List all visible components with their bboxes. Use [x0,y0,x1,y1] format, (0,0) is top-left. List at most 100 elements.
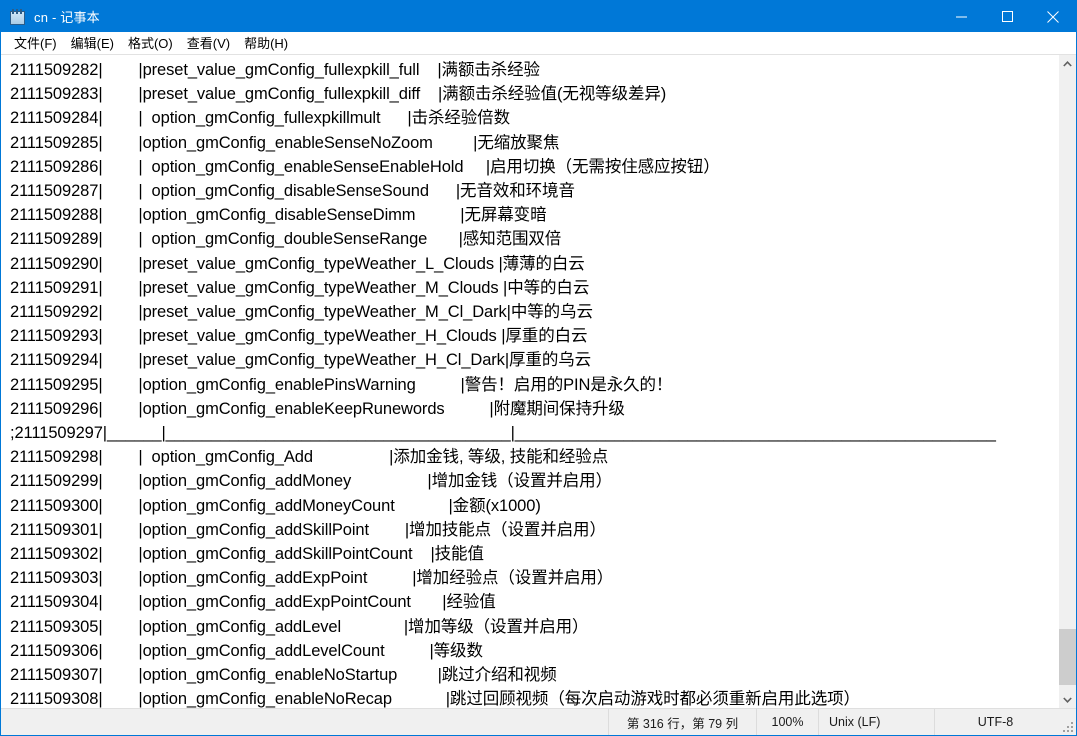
editor-line: 2111509293| |preset_value_gmConfig_typeW… [10,324,1058,348]
line-number: 2111509287| [10,182,103,201]
line-key: | option_gmConfig_doubleSenseRange [102,230,428,249]
minimize-icon[interactable] [938,1,984,32]
editor-line: 2111509294| |preset_value_gmConfig_typeW… [10,348,1058,372]
line-key: |option_gmConfig_enablePinsWarning [102,375,416,394]
status-encoding: UTF-8 [934,709,1056,735]
line-translation: |满额击杀经验 [419,61,540,79]
line-translation: |跳过介绍和视频 [397,666,557,685]
line-number: 2111509292| [10,303,103,322]
line-key: |option_gmConfig_addMoneyCount [102,496,395,515]
status-line-ending: Unix (LF) [818,709,934,735]
editor-line: 2111509291| |preset_value_gmConfig_typeW… [10,276,1058,300]
line-number: 2111509302| [10,545,103,564]
line-key: |option_gmConfig_enableSenseNoZoom [102,133,433,152]
line-translation: |增加经验点（设置并启用） [367,569,614,588]
line-translation: |经验值 [410,593,496,612]
editor-line: 2111509295| |option_gmConfig_enablePinsW… [10,373,1058,397]
line-number: 2111509305| [10,617,103,636]
line-key: |option_gmConfig_enableKeepRunewords [102,399,445,418]
editor-line: 2111509304| |option_gmConfig_addExpPoint… [10,590,1058,614]
window-controls [938,1,1076,32]
line-number: 2111509289| [10,230,103,249]
editor-line: 2111509306| |option_gmConfig_addLevelCou… [10,639,1058,663]
editor-line: 2111509307| |option_gmConfig_enableNoSta… [10,663,1058,687]
menu-item-help[interactable]: 帮助(H) [237,31,295,55]
maximize-icon[interactable] [984,1,1030,32]
menu-item-file[interactable]: 文件(F) [7,31,64,55]
chevron-down-icon[interactable] [1059,691,1076,708]
menu-item-view[interactable]: 查看(V) [180,31,237,55]
line-number: 2111509285| [10,133,103,152]
line-number: 2111509290| [10,254,103,273]
line-number: 2111509295| [10,375,103,394]
line-number: 2111509307| [10,666,103,685]
editor-line: 2111509308| |option_gmConfig_enableNoRec… [10,687,1058,708]
menu-bar: 文件(F) 编辑(E) 格式(O) 查看(V) 帮助(H) [1,32,1076,54]
line-key: ______|_________________________________… [107,424,511,443]
line-key: |preset_value_gmConfig_typeWeather_M_Cl_… [102,303,507,322]
scrollbar-track[interactable] [1059,72,1076,691]
status-cursor-position: 第 316 行，第 79 列 [608,709,756,735]
line-number: 2111509288| [10,206,103,225]
scrollbar-thumb[interactable] [1059,629,1076,685]
line-number: 2111509303| [10,569,103,588]
editor-line: 2111509302| |option_gmConfig_addSkillPoi… [10,542,1058,566]
resize-grip-icon[interactable] [1056,709,1076,735]
line-translation: |无音效和环境音 [428,182,575,201]
line-translation: |增加金钱（设置并启用） [351,472,612,491]
editor-line: 2111509300| |option_gmConfig_addMoneyCou… [10,494,1058,518]
line-number: 2111509291| [10,278,103,297]
line-key: |option_gmConfig_addSkillPoint [102,520,369,539]
line-number: 2111509286| [10,157,103,176]
editor-area: 2111509282| |preset_value_gmConfig_fulle… [1,54,1076,708]
notepad-icon [10,8,26,25]
editor-line: 2111509288| |option_gmConfig_disableSens… [10,203,1058,227]
line-key: | option_gmConfig_disableSenseSound [102,182,429,201]
line-translation: |中等的乌云 [506,303,593,322]
status-bar: 第 316 行，第 79 列 100% Unix (LF) UTF-8 [1,708,1076,735]
line-number: 2111509283| [10,85,103,104]
line-key: |option_gmConfig_addSkillPointCount [102,545,413,564]
line-key: | option_gmConfig_fullexpkillmult [102,109,381,128]
line-key: |option_gmConfig_disableSenseDimm [102,206,416,225]
line-key: | option_gmConfig_enableSenseEnableHold [102,157,464,176]
line-number: 2111509293| [10,327,103,346]
line-key: | option_gmConfig_Add [102,448,313,467]
line-number: 2111509294| [10,351,103,370]
line-translation: |击杀经验倍数 [380,109,510,128]
line-key: |option_gmConfig_addLevel [102,617,342,636]
status-zoom-level[interactable]: 100% [756,709,818,735]
line-key: |option_gmConfig_enableNoStartup [102,666,398,685]
line-translation: |满额击杀经验值(无视等级差异) [420,85,667,104]
line-translation: |警告！启用的PIN是永久的！ [415,375,673,394]
line-translation: |启用切换（无需按住感应按钮） [463,157,720,176]
line-translation: |等级数 [384,641,483,660]
line-number: 2111509282| [10,61,103,79]
menu-item-format[interactable]: 格式(O) [121,31,180,55]
window-title: cn - 记事本 [34,10,100,25]
chevron-up-icon[interactable] [1059,55,1076,72]
line-translation: |增加技能点（设置并启用） [369,520,606,539]
editor-line: 2111509282| |preset_value_gmConfig_fulle… [10,58,1058,82]
line-key: |preset_value_gmConfig_typeWeather_L_Clo… [102,254,494,273]
line-key: |preset_value_gmConfig_typeWeather_M_Clo… [102,278,499,297]
editor-line: 2111509283| |preset_value_gmConfig_fulle… [10,82,1058,106]
line-translation: |添加金钱, 等级, 技能和经验点 [312,448,609,467]
close-icon[interactable] [1030,1,1076,32]
line-translation: |厚重的白云 [496,327,588,346]
line-translation: |感知范围双倍 [427,230,562,249]
vertical-scrollbar[interactable] [1058,55,1076,708]
line-translation: |厚重的乌云 [504,351,592,370]
line-number: 2111509299| [10,472,103,491]
editor-line: 2111509303| |option_gmConfig_addExpPoint… [10,566,1058,590]
text-editor[interactable]: 2111509282| |preset_value_gmConfig_fulle… [1,55,1058,708]
line-number: 2111509301| [10,520,103,539]
menu-item-edit[interactable]: 编辑(E) [64,31,121,55]
line-translation: |无缩放聚焦 [432,133,560,152]
editor-line: 2111509287| | option_gmConfig_disableSen… [10,179,1058,203]
line-number: 2111509298| [10,448,103,467]
line-translation: |增加等级（设置并启用） [341,617,589,636]
line-translation: |无屏幕变暗 [415,206,547,225]
editor-line: 2111509286| | option_gmConfig_enableSens… [10,155,1058,179]
title-bar[interactable]: cn - 记事本 [1,1,1076,32]
